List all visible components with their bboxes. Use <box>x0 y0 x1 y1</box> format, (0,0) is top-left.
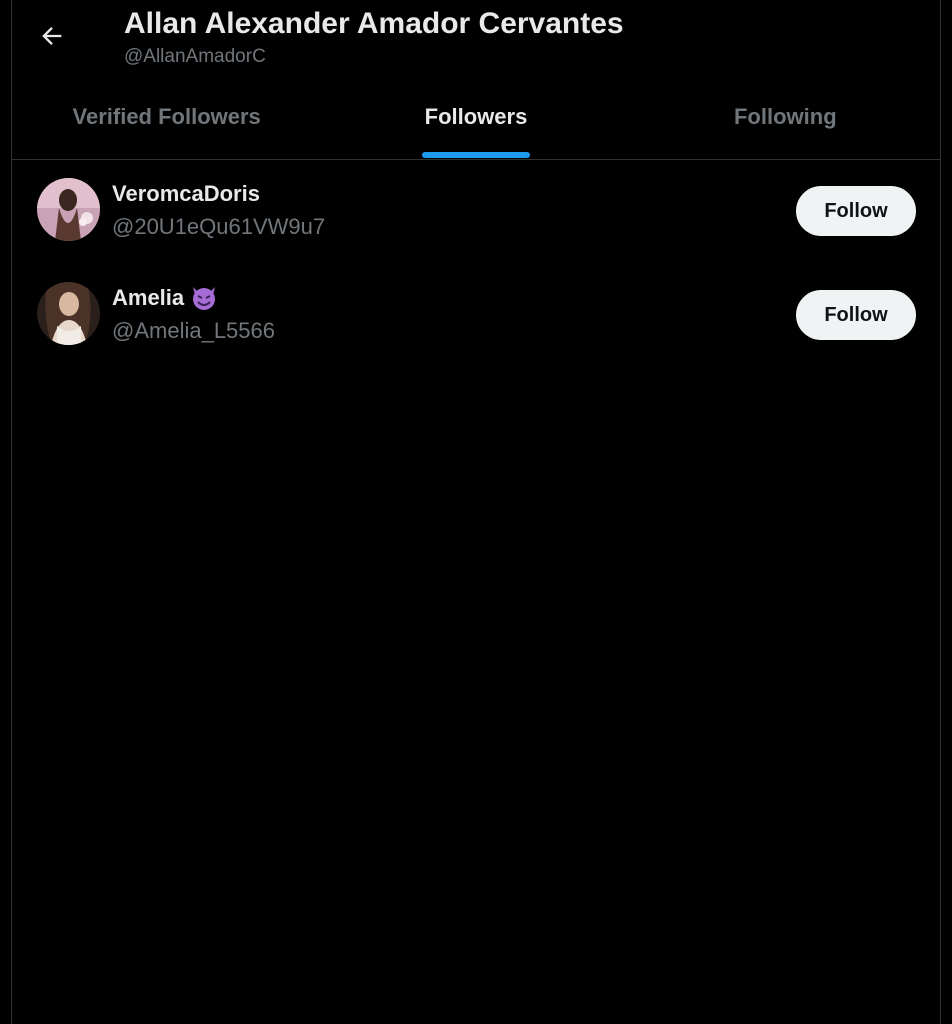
follow-button[interactable]: Follow <box>796 290 916 340</box>
profile-handle: @AllanAmadorC <box>124 46 266 67</box>
follower-name[interactable]: Amelia <box>112 283 184 313</box>
arrow-left-icon <box>42 27 62 45</box>
tab-bar: Verified Followers Followers Following <box>12 90 940 160</box>
follower-handle: @Amelia_L5566 <box>112 318 275 343</box>
tab-verified-followers[interactable]: Verified Followers <box>12 90 321 160</box>
follower-list: VeromcaDoris @20U1eQu61VW9u7 Follow Amel… <box>12 160 940 402</box>
follower-row[interactable]: VeromcaDoris @20U1eQu61VW9u7 Follow <box>12 160 940 262</box>
follower-name-line: Amelia <box>112 283 218 313</box>
page-title: Allan Alexander Amador Cervantes <box>124 7 624 40</box>
follow-button[interactable]: Follow <box>796 186 916 236</box>
active-tab-indicator <box>421 152 530 158</box>
follower-name-line: VeromcaDoris <box>112 179 260 209</box>
back-button[interactable] <box>34 18 70 54</box>
page-header: Allan Alexander Amador Cervantes @AllanA… <box>12 0 940 160</box>
tab-label: Following <box>733 104 837 129</box>
tab-following[interactable]: Following <box>631 90 940 160</box>
followers-page: Allan Alexander Amador Cervantes @AllanA… <box>11 0 941 1024</box>
smiling-devil-emoji <box>190 284 218 312</box>
profile-title-block: Allan Alexander Amador Cervantes @AllanA… <box>124 4 624 70</box>
tab-followers[interactable]: Followers <box>321 90 630 160</box>
tab-label: Verified Followers <box>72 104 261 129</box>
follower-handle: @20U1eQu61VW9u7 <box>112 214 326 239</box>
follower-row[interactable]: Amelia @Amelia_L5566 Follow <box>12 262 940 402</box>
follower-name[interactable]: VeromcaDoris <box>112 179 260 209</box>
avatar[interactable] <box>37 178 100 241</box>
avatar[interactable] <box>37 282 100 345</box>
